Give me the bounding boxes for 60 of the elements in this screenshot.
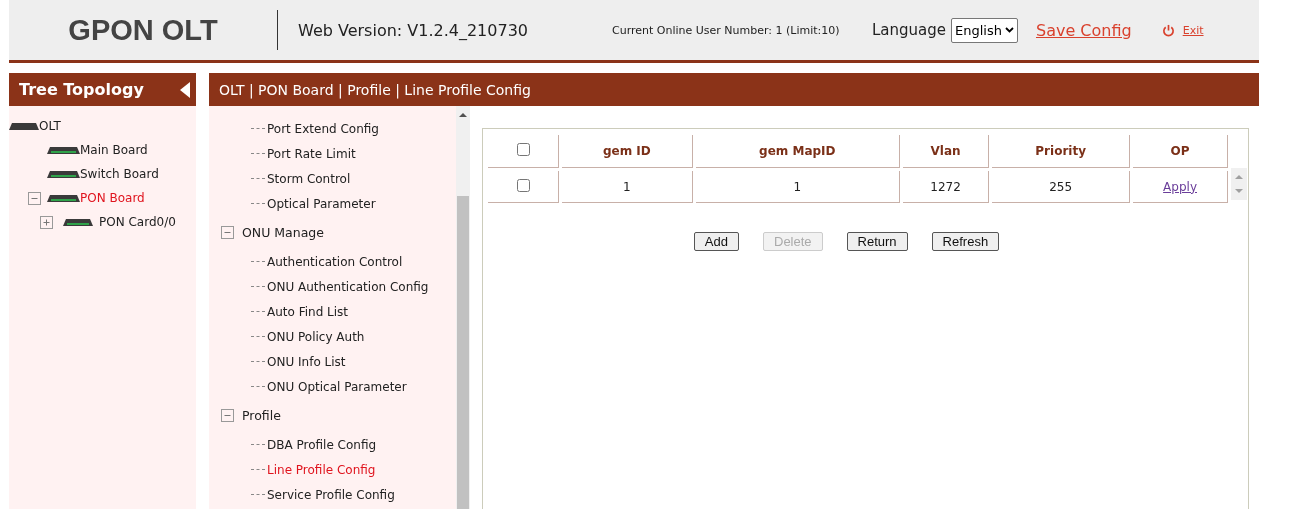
collapse-box-icon[interactable]	[221, 409, 234, 422]
power-icon	[1161, 23, 1175, 37]
expand-box-icon[interactable]	[40, 215, 53, 229]
breadcrumb: OLT | PON Board | Profile | Line Profile Config	[219, 81, 531, 98]
nav-item[interactable]: Authentication Control	[267, 254, 403, 269]
table-cell: 1272	[902, 171, 990, 203]
column-header: OP	[1133, 135, 1228, 168]
select-all-checkbox[interactable]	[516, 143, 530, 156]
scroll-up-icon[interactable]	[459, 112, 467, 118]
tree-title: Tree Topology	[19, 80, 144, 99]
apply-link[interactable]: Apply	[1163, 179, 1197, 194]
language-select[interactable]: English	[951, 17, 1018, 43]
table-cell: 255	[992, 171, 1131, 203]
app-title: GPON OLT	[67, 13, 219, 47]
tree-node[interactable]: PON Card0/0	[99, 215, 176, 229]
nav-item[interactable]: ONU Optical Parameter	[267, 379, 407, 394]
nav-item[interactable]: ONU Info List	[267, 354, 346, 369]
column-header: gem ID	[562, 135, 693, 168]
nav-item[interactable]: Optical Parameter	[267, 196, 376, 211]
exit-link[interactable]: Exit	[1161, 23, 1204, 37]
nav-item[interactable]: DBA Profile Config	[267, 437, 377, 452]
table-cell: 1	[562, 171, 693, 203]
collapse-box-icon[interactable]	[28, 191, 41, 205]
web-version: Web Version: V1.2.4_210730	[298, 20, 529, 40]
row-checkbox[interactable]	[516, 178, 530, 192]
collapse-icon[interactable]	[180, 81, 190, 98]
column-header: Priority	[992, 135, 1131, 168]
device-icon	[63, 218, 93, 226]
chevron-icon	[1005, 27, 1014, 33]
device-icon	[47, 146, 80, 154]
save-config-link[interactable]: Save Config	[1036, 20, 1132, 40]
action-button[interactable]: Return	[846, 232, 908, 251]
device-icon	[9, 122, 39, 130]
nav-item[interactable]: Service Profile Config	[267, 487, 395, 502]
column-header: gem MapID	[695, 135, 900, 168]
nav-item[interactable]: Storm Control	[267, 171, 351, 186]
tree-node[interactable]: Switch Board	[80, 167, 159, 181]
nav-item[interactable]: Auto Find List	[267, 304, 349, 319]
action-button[interactable]: Refresh	[931, 232, 1000, 251]
online-users: Current Online User Number: 1 (Limit:10)	[612, 23, 841, 37]
nav-group[interactable]: ONU Manage	[242, 225, 324, 240]
tree-node[interactable]: PON Board	[80, 191, 145, 205]
device-icon	[47, 170, 80, 178]
table-scrollbar[interactable]	[1231, 168, 1247, 200]
device-icon	[47, 194, 80, 202]
exit-text[interactable]: Exit	[1182, 23, 1204, 37]
language-label: Language	[872, 21, 947, 39]
tree-node[interactable]: OLT	[39, 119, 61, 133]
table-cell: 1	[695, 171, 900, 203]
column-header: Vlan	[902, 135, 990, 168]
nav-item[interactable]: ONU Policy Auth	[267, 329, 365, 344]
collapse-box-icon[interactable]	[221, 226, 234, 239]
nav-group[interactable]: Profile	[242, 408, 281, 423]
scrollbar[interactable]	[456, 106, 470, 509]
nav-item[interactable]: Port Rate Limit	[267, 146, 356, 161]
nav-item[interactable]: Port Extend Config	[267, 121, 379, 136]
nav-item[interactable]: ONU Authentication Config	[267, 279, 429, 294]
tree-node[interactable]: Main Board	[80, 143, 148, 157]
action-button[interactable]: Add	[693, 232, 739, 251]
nav-item[interactable]: Line Profile Config	[267, 462, 376, 477]
